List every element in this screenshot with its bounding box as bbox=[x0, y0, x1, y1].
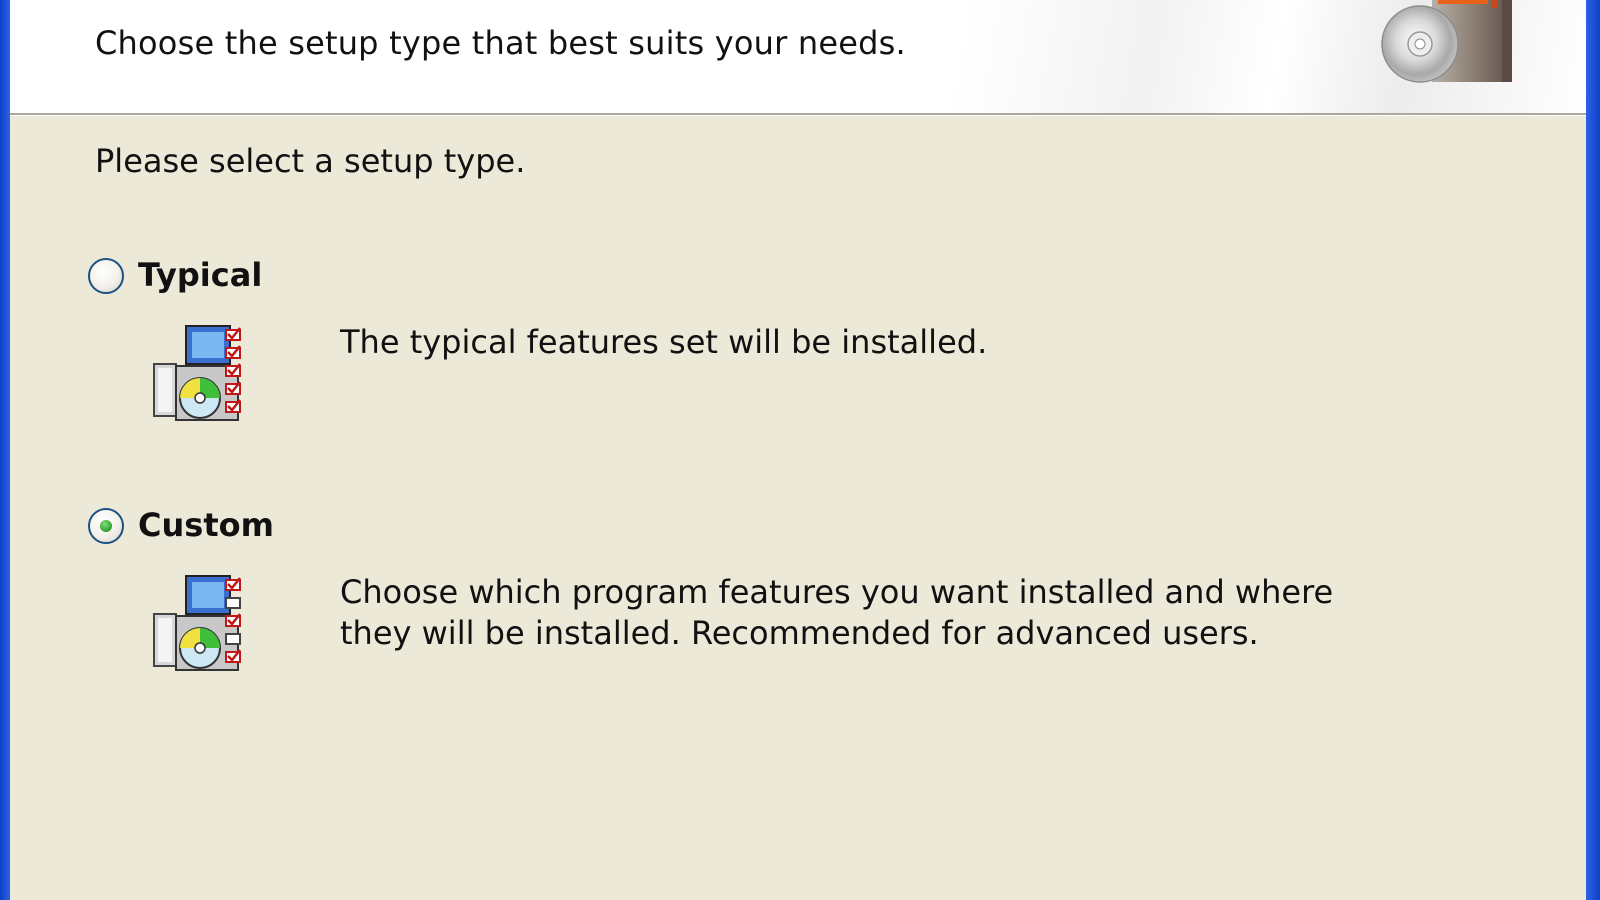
setup-type-instruction: Please select a setup type. bbox=[95, 142, 526, 180]
window-right-border bbox=[1586, 0, 1600, 900]
product-box-cd-icon bbox=[1381, 0, 1512, 83]
custom-description: Choose which program features you want i… bbox=[340, 572, 1340, 654]
typical-radio[interactable] bbox=[88, 258, 124, 294]
setup-dialog: Choose the setup type that best suits yo… bbox=[10, 0, 1586, 900]
banner-subtitle: Choose the setup type that best suits yo… bbox=[95, 24, 906, 62]
setup-typical-icon bbox=[153, 325, 241, 421]
typical-description-line: The typical features set will be install… bbox=[340, 323, 988, 361]
custom-description-line: they will be installed. Recommended for … bbox=[340, 614, 1259, 652]
typical-description: The typical features set will be install… bbox=[340, 322, 1340, 363]
setup-custom-icon bbox=[153, 575, 241, 671]
custom-label[interactable]: Custom bbox=[138, 506, 274, 544]
custom-radio[interactable] bbox=[88, 508, 124, 544]
typical-label[interactable]: Typical bbox=[138, 256, 262, 294]
dialog-banner: Choose the setup type that best suits yo… bbox=[10, 0, 1586, 115]
custom-description-line: Choose which program features you want i… bbox=[340, 573, 1334, 611]
window-left-border bbox=[0, 0, 10, 900]
